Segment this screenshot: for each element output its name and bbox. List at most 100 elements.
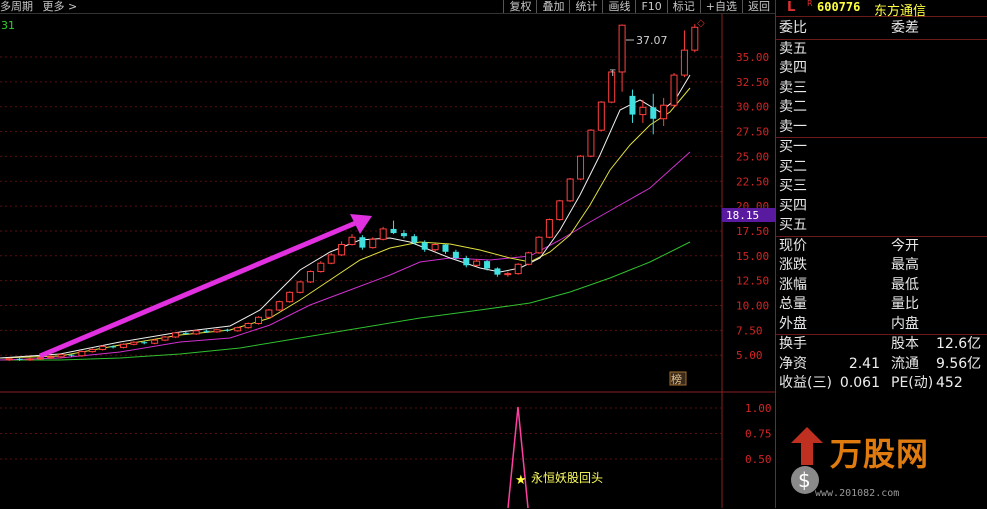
candle (545, 218, 553, 239)
fin-label: 股本 (891, 336, 919, 352)
candle (317, 261, 325, 273)
bid-row: 买三 (776, 177, 987, 197)
fin-value: 452 (936, 375, 963, 391)
stock-code[interactable]: 600776 (817, 0, 860, 14)
candle (473, 259, 481, 267)
candle (629, 89, 636, 123)
high-annotation: 37.07 (636, 34, 668, 47)
order-ratio-label: 委比 (779, 20, 807, 36)
candle (680, 30, 688, 78)
diamond-icon: ◇ (697, 18, 705, 29)
bid-label: 买二 (779, 158, 807, 175)
quote-label: 外盘 (779, 315, 807, 332)
t-marker: T (609, 69, 616, 79)
fin-block: 换手 股本 12.6亿 净资 2.41 流通 9.56亿 收益(三) 0.061 PE(动) 4… (776, 334, 987, 394)
fin-row: 收益(三) 0.061 PE(动) 452 (776, 374, 987, 394)
stock-header: L R 600776 东方通信 (776, 0, 987, 19)
fin-label: PE(动) (891, 375, 934, 391)
bids-block: 买一 买二 买三 买四 买五 (776, 137, 987, 236)
candle (556, 199, 564, 221)
quote-label: 今开 (891, 237, 919, 254)
candle (597, 101, 605, 132)
level-badge: L (787, 0, 796, 15)
price-axis-label: 12.50 (736, 275, 769, 288)
price-chart[interactable]: 35.0032.5030.0027.5025.0022.5020.0017.50… (0, 0, 775, 508)
candle (327, 252, 335, 265)
price-axis-label: 5.00 (736, 349, 763, 362)
price-axis-label: 32.50 (736, 76, 769, 89)
watermark-logo: $ 万股网 www.201082.com (785, 425, 985, 505)
candle (244, 322, 252, 329)
signal-spike (507, 406, 529, 508)
candle (255, 316, 263, 325)
bid-label: 买四 (779, 197, 807, 214)
candle (234, 326, 242, 332)
candle (296, 280, 304, 294)
price-axis-label: 15.00 (736, 250, 769, 263)
stock-name[interactable]: 东方通信 (874, 0, 926, 19)
candle (224, 328, 231, 332)
candle (192, 329, 200, 335)
quote-label: 现价 (779, 237, 807, 254)
asks-block: 卖五 卖四 卖三 卖二 卖一 (776, 38, 987, 138)
ask-row: 卖三 (776, 79, 987, 99)
ask-label: 卖四 (779, 60, 807, 76)
quote-row: 涨跌 最高 (776, 256, 987, 276)
candle (130, 341, 138, 346)
candle (587, 129, 595, 158)
candle (99, 345, 107, 351)
candle (660, 97, 668, 127)
candlestick-series (5, 24, 699, 361)
candle (504, 271, 512, 277)
quote-row: 外盘 内盘 (776, 315, 987, 335)
ma60-line (0, 241, 691, 361)
candle (171, 331, 179, 339)
ask-row: 卖二 (776, 98, 987, 118)
fin-label: 换手 (779, 336, 807, 352)
fin-label: 净资 (779, 355, 807, 372)
bid-label: 买五 (779, 217, 807, 233)
indicator-axis-label: 0.75 (745, 428, 772, 441)
candle (442, 243, 449, 254)
indicator-axis-label: 1.00 (745, 402, 772, 415)
ma5-line (0, 74, 691, 359)
ask-row: 卖四 (776, 59, 987, 79)
candle (577, 155, 585, 181)
candle (265, 308, 273, 319)
price-axis-label: 22.50 (736, 175, 769, 188)
quote-label: 最高 (891, 257, 919, 273)
candle (161, 335, 169, 342)
quote-label: 量比 (891, 296, 919, 312)
star-icon: ★ (515, 473, 527, 488)
candle (275, 300, 283, 312)
candle (338, 241, 346, 256)
watermark-text: 万股网 (830, 435, 930, 473)
ask-label: 卖一 (779, 118, 807, 135)
bid-row: 买五 (776, 216, 987, 236)
signal-text: 永恒妖股回头 (531, 471, 603, 485)
candle (618, 24, 626, 92)
bang-badge[interactable]: 榜 (671, 372, 682, 386)
quote-label: 总量 (779, 296, 807, 312)
candle (78, 350, 86, 357)
fin-value: 12.6亿 (936, 336, 982, 352)
price-axis: 35.0032.5030.0027.5025.0022.5020.0017.50… (736, 51, 769, 362)
indicator-axis: 1.00 0.75 0.50 (0, 402, 772, 466)
bid-label: 买一 (779, 139, 807, 155)
candle (348, 234, 356, 246)
quote-label: 内盘 (891, 315, 919, 332)
candle (535, 236, 543, 254)
bid-row: 买一 (776, 138, 987, 158)
candle (88, 348, 96, 353)
candle (670, 73, 678, 108)
ask-label: 卖二 (779, 99, 807, 115)
candle (369, 237, 377, 249)
price-axis-label: 7.50 (736, 324, 763, 337)
bid-row: 买四 (776, 197, 987, 217)
candle (359, 235, 366, 250)
bid-label: 买三 (779, 178, 807, 194)
svg-text:$: $ (798, 468, 811, 492)
fin-row: 换手 股本 12.6亿 (776, 335, 987, 355)
candle (151, 339, 159, 345)
price-axis-label: 25.00 (736, 150, 769, 163)
